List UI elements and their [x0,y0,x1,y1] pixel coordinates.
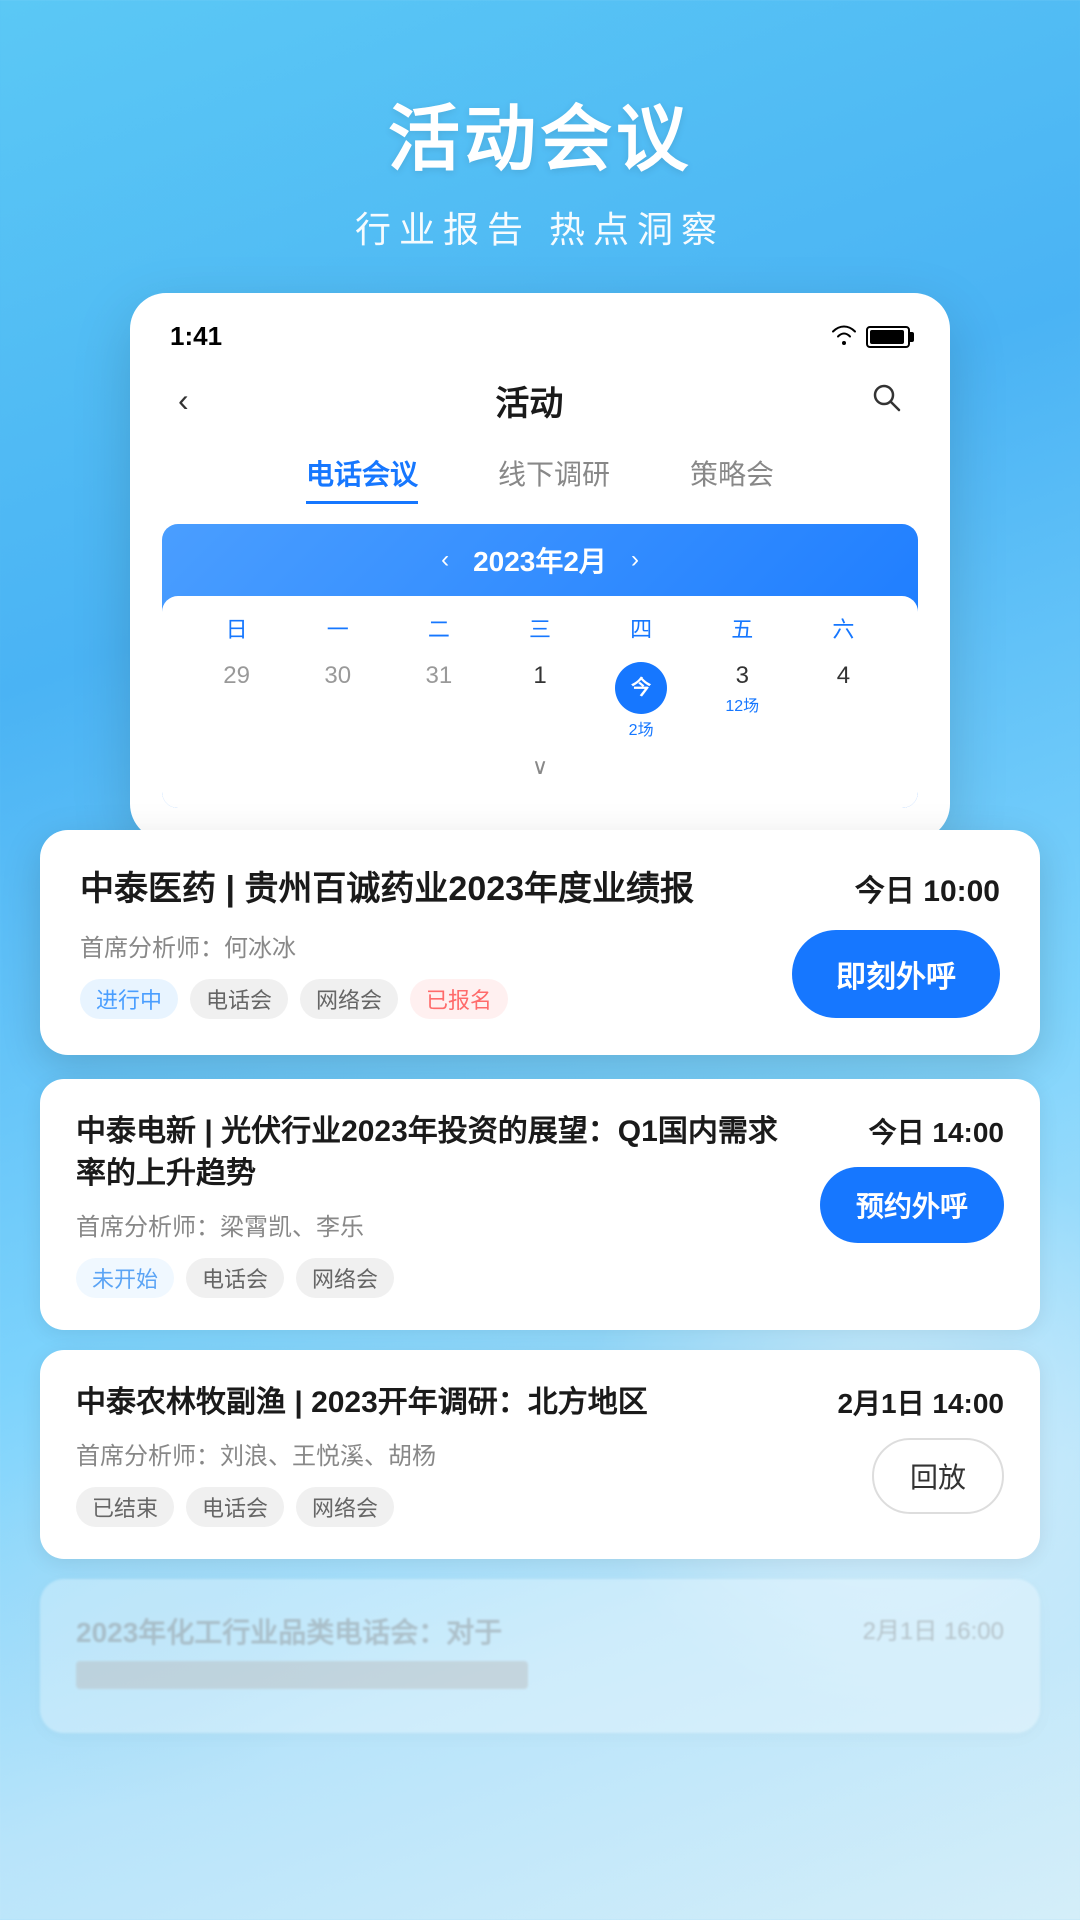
tag-phone-call-3: 电话会 [186,1487,284,1527]
reserve-call-button[interactable]: 预约外呼 [820,1167,1004,1243]
tag-network-call-3: 网络会 [296,1487,394,1527]
event-card-1: 中泰电新 | 光伏行业2023年投资的展望：Q1国内需求率的上升趋势 首席分析师… [40,1079,1040,1330]
calendar-body: 日 一 二 三 四 五 六 29 30 31 [162,596,918,808]
playback-button[interactable]: 回放 [872,1438,1004,1514]
featured-event-info: 中泰医药 | 贵州百诚药业2023年度业绩报 首席分析师：何冰冰 进行中 电话会… [80,866,762,1019]
event-2-time: 2月1日 14:00 [837,1382,1004,1422]
event-2-analyst: 首席分析师：刘浪、王悦溪、胡杨 [76,1436,800,1471]
featured-event-tags: 进行中 电话会 网络会 已报名 [80,979,762,1019]
event-2-title: 中泰农林牧副渔 | 2023开年调研：北方地区 [76,1382,800,1424]
calendar-header: ‹ 2023年2月 › [162,524,918,596]
calendar: ‹ 2023年2月 › 日 一 二 三 四 五 六 29 30 [162,524,918,808]
featured-event-right: 今日 10:00 即刻外呼 [792,866,1000,1018]
day-30[interactable]: 30 [287,656,388,746]
event-2-tags: 已结束 电话会 网络会 [76,1487,800,1527]
event-1-info: 中泰电新 | 光伏行业2023年投资的展望：Q1国内需求率的上升趋势 首席分析师… [76,1111,796,1298]
calendar-next[interactable]: › [631,546,639,574]
call-now-button[interactable]: 即刻外呼 [792,930,1000,1018]
weekday-tue: 二 [388,612,489,644]
ghost-event-card: 2023年化工行业品类电话会：对于 2月1日 16:00 [40,1579,1040,1733]
calendar-prev[interactable]: ‹ [441,546,449,574]
event-card-2: 中泰农林牧副渔 | 2023开年调研：北方地区 首席分析师：刘浪、王悦溪、胡杨 … [40,1350,1040,1559]
page-title: 活动会议 [0,80,1080,185]
day-31[interactable]: 31 [388,656,489,746]
day-29[interactable]: 29 [186,656,287,746]
featured-event-analyst: 首席分析师：何冰冰 [80,928,762,963]
event-1-analyst: 首席分析师：梁霄凯、李乐 [76,1207,796,1242]
tag-network-call-2: 网络会 [296,1258,394,1298]
weekday-thu: 四 [591,612,692,644]
day-1[interactable]: 1 [489,656,590,746]
page-subtitle: 行业报告 热点洞察 [0,201,1080,253]
nav-title: 活动 [495,376,563,425]
tag-phone-call-2: 电话会 [186,1258,284,1298]
status-time: 1:41 [170,321,222,352]
events-container: 中泰医药 | 贵州百诚药业2023年度业绩报 首席分析师：何冰冰 进行中 电话会… [0,830,1080,1733]
day-today[interactable]: 今 2场 [591,656,692,746]
wifi-icon [830,323,858,351]
weekday-fri: 五 [692,612,793,644]
app-navbar: ‹ 活动 [162,368,918,433]
tag-ended: 已结束 [76,1487,174,1527]
event-2-right: 2月1日 14:00 回放 [824,1382,1004,1514]
tab-phone-meeting[interactable]: 电话会议 [306,453,418,504]
event-1-tags: 未开始 电话会 网络会 [76,1258,796,1298]
event-1-time: 今日 14:00 [869,1111,1004,1151]
tab-offline-research[interactable]: 线下调研 [498,453,610,504]
weekday-sun: 日 [186,612,287,644]
battery-icon [866,326,910,348]
tag-not-started: 未开始 [76,1258,174,1298]
ghost-event-right: 2月1日 16:00 [854,1611,1004,1646]
tabs-bar: 电话会议 线下调研 策略会 [162,453,918,504]
featured-event-title: 中泰医药 | 贵州百诚药业2023年度业绩报 [80,866,762,914]
weekday-mon: 一 [287,612,388,644]
tag-network-call: 网络会 [300,979,398,1019]
calendar-days: 29 30 31 1 今 2场 [186,656,894,746]
search-button[interactable] [870,381,902,421]
calendar-month: 2023年2月 [473,540,607,580]
calendar-expand[interactable]: ∨ [186,746,894,788]
tag-phone-call: 电话会 [190,979,288,1019]
event-2-info: 中泰农林牧副渔 | 2023开年调研：北方地区 首席分析师：刘浪、王悦溪、胡杨 … [76,1382,800,1527]
tab-strategy-meeting[interactable]: 策略会 [690,453,774,504]
weekday-wed: 三 [489,612,590,644]
weekday-sat: 六 [793,612,894,644]
event-1-title: 中泰电新 | 光伏行业2023年投资的展望：Q1国内需求率的上升趋势 [76,1111,796,1195]
back-button[interactable]: ‹ [178,382,189,419]
tag-registered: 已报名 [410,979,508,1019]
tag-in-progress: 进行中 [80,979,178,1019]
status-icons [830,323,910,351]
page-header: 活动会议 行业报告 热点洞察 [0,0,1080,293]
status-bar: 1:41 [162,321,918,352]
day-3[interactable]: 3 12场 [692,656,793,746]
featured-event-time: 今日 10:00 [855,866,1000,910]
featured-event-card: 中泰医药 | 贵州百诚药业2023年度业绩报 首席分析师：何冰冰 进行中 电话会… [40,830,1040,1055]
phone-mockup: 1:41 ‹ 活动 电话会议 线下调研 [130,293,950,840]
day-4[interactable]: 4 [793,656,894,746]
calendar-weekdays: 日 一 二 三 四 五 六 [186,612,894,644]
ghost-event-info: 2023年化工行业品类电话会：对于 [76,1611,830,1701]
event-1-right: 今日 14:00 预约外呼 [820,1111,1004,1243]
